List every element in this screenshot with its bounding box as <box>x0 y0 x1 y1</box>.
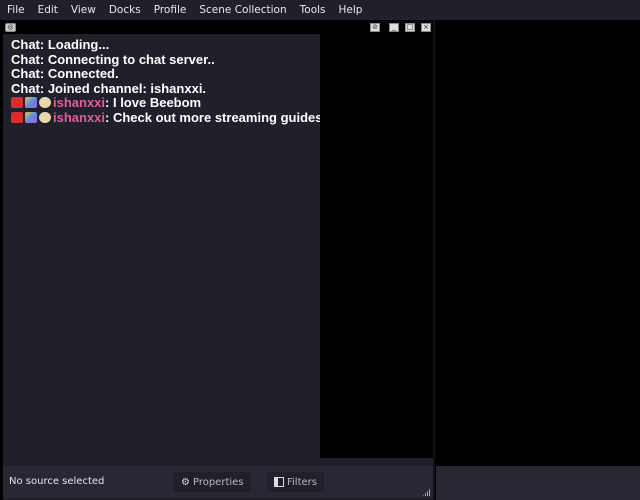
chat-username[interactable]: ishanxxi <box>53 95 105 111</box>
chat-system-line: Chat: Connected. <box>11 66 119 82</box>
filters-button[interactable]: Filters <box>267 472 324 492</box>
app-icon: ◎ <box>5 23 16 32</box>
broadcaster-badge-icon <box>11 111 23 123</box>
menu-view[interactable]: View <box>71 4 96 16</box>
subscriber-badge-icon <box>25 97 37 109</box>
properties-label: Properties <box>192 476 244 488</box>
chat-panel: Chat: Loading... Chat: Connecting to cha… <box>3 34 323 458</box>
close-button[interactable]: × <box>421 23 431 32</box>
main-window-bottom <box>436 466 640 500</box>
chat-message: ishanxxi: I love Beebom <box>3 96 320 111</box>
menu-help[interactable]: Help <box>339 4 363 16</box>
properties-button[interactable]: ⚙ Properties <box>174 472 251 492</box>
menu-tools[interactable]: Tools <box>300 4 326 16</box>
dock-border <box>433 20 435 500</box>
chat-text: : Check out more streaming guides <box>105 109 323 125</box>
prime-badge-icon <box>39 97 51 109</box>
gear-icon: ⚙ <box>181 476 190 488</box>
source-toolbar: No source selected ⚙ Properties Filters <box>3 466 433 498</box>
chat-text: : I love Beebom <box>105 95 202 111</box>
preview-area <box>320 34 433 458</box>
filters-label: Filters <box>287 476 317 488</box>
menu-edit[interactable]: Edit <box>38 4 58 16</box>
chat-system-line: Chat: Connecting to chat server.. <box>11 51 215 67</box>
minimize-button[interactable]: _ <box>389 23 399 32</box>
filter-icon <box>274 477 284 487</box>
menu-bar: File Edit View Docks Profile Scene Colle… <box>0 0 640 20</box>
resize-grip[interactable] <box>423 488 431 496</box>
dock-title-bar[interactable]: ◎ ⊘ _ □ × <box>3 20 435 34</box>
chat-username[interactable]: ishanxxi <box>53 110 105 125</box>
menu-profile[interactable]: Profile <box>154 4 187 16</box>
chat-system-line: Chat: Loading... <box>11 37 110 52</box>
menu-file[interactable]: File <box>7 4 25 16</box>
chat-system-line: Chat: Joined channel: ishanxxi. <box>11 80 207 96</box>
subscriber-badge-icon <box>25 111 37 123</box>
chat-message: ishanxxi: Check out more streaming guide… <box>3 109 323 126</box>
maximize-button[interactable]: □ <box>405 23 415 32</box>
menu-docks[interactable]: Docks <box>109 4 141 16</box>
menu-scene-collection[interactable]: Scene Collection <box>199 4 286 16</box>
broadcaster-badge-icon <box>11 97 23 109</box>
pin-icon[interactable]: ⊘ <box>370 23 380 32</box>
prime-badge-icon <box>39 111 51 123</box>
no-source-label: No source selected <box>9 476 105 487</box>
